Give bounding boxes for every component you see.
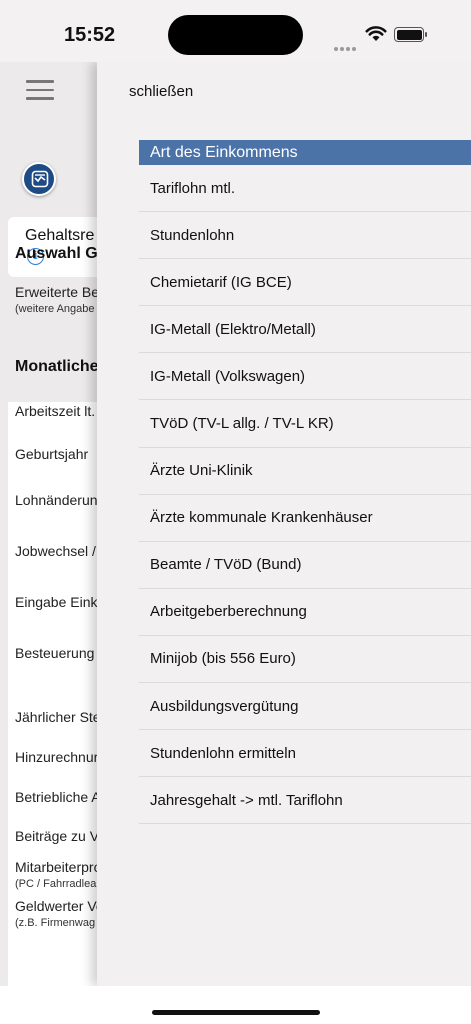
- income-type-item[interactable]: IG-Metall (Elektro/Metall): [139, 306, 471, 354]
- bottom-safe-area: [0, 986, 471, 1024]
- close-drawer-link[interactable]: schließen: [129, 83, 193, 100]
- background-row-label: Geburtsjahr: [15, 446, 89, 462]
- income-type-item[interactable]: Ärzte kommunale Krankenhäuser: [139, 495, 471, 542]
- battery-icon: [394, 27, 427, 42]
- income-type-header: Art des Einkommens: [139, 140, 471, 165]
- wifi-icon: [365, 25, 387, 47]
- income-type-item[interactable]: Stundenlohn ermitteln: [139, 730, 471, 778]
- income-type-item[interactable]: Stundenlohn: [139, 212, 471, 260]
- background-row-label: Betriebliche A: [15, 789, 101, 805]
- status-bar: 15:52: [0, 0, 471, 62]
- income-type-item[interactable]: TVöD (TV-L allg. / TV-L KR): [139, 400, 471, 448]
- app-logo-icon: [31, 170, 49, 188]
- income-type-item[interactable]: IG-Metall (Volkswagen): [139, 353, 471, 401]
- side-drawer: schließen Art des Einkommens Tariflohn m…: [97, 62, 471, 986]
- income-type-item[interactable]: Ausbildungsvergütung: [139, 683, 471, 731]
- background-row-label: (weitere Angabe: [15, 303, 95, 315]
- background-row-label: Beiträge zu V: [15, 828, 100, 844]
- background-row-label: Lohnänderun: [15, 492, 98, 508]
- income-type-item[interactable]: Ärzte Uni-Klinik: [139, 448, 471, 495]
- background-row-label: Eingabe Eink: [15, 594, 98, 610]
- background-row-label: Geldwerter Vo: [15, 898, 104, 914]
- home-indicator[interactable]: [152, 1010, 320, 1015]
- background-row-label: Erweiterte Be: [15, 284, 100, 300]
- background-row-label: Jährlicher Ste: [15, 709, 101, 725]
- dynamic-island: [168, 15, 303, 55]
- status-time: 15:52: [64, 24, 116, 46]
- background-row-label: Besteuerung: [15, 645, 95, 661]
- income-type-item[interactable]: Arbeitgeberberechnung: [139, 589, 471, 636]
- cellular-signal-icon: [334, 38, 358, 56]
- app-logo-button[interactable]: [22, 162, 56, 196]
- calculator-card-title: Gehaltsre: [25, 227, 95, 244]
- background-row-label: Monatliche: [15, 358, 99, 375]
- income-type-item[interactable]: Chemietarif (IG BCE): [139, 259, 471, 307]
- background-row-label: Auswahl G: [15, 245, 98, 262]
- background-row-label: Mitarbeiterpro: [15, 859, 102, 875]
- income-type-item[interactable]: Jahresgehalt -> mtl. Tariflohn: [139, 777, 471, 825]
- background-row-label: Arbeitszeit lt.: [15, 403, 96, 419]
- background-row-label: Hinzurechnur: [15, 749, 99, 765]
- background-row-label: (PC / Fahrradlea: [15, 878, 97, 890]
- income-type-item[interactable]: Tariflohn mtl.: [139, 165, 471, 213]
- income-type-item[interactable]: Beamte / TVöD (Bund): [139, 542, 471, 589]
- income-type-item[interactable]: Minijob (bis 556 Euro): [139, 636, 471, 684]
- background-row-label: (z.B. Firmenwag: [15, 917, 96, 929]
- income-type-list: Tariflohn mtl. Stundenlohn Chemietarif (IG…: [139, 165, 471, 825]
- hamburger-icon[interactable]: [26, 80, 54, 100]
- background-row-label: Jobwechsel /: [15, 543, 96, 559]
